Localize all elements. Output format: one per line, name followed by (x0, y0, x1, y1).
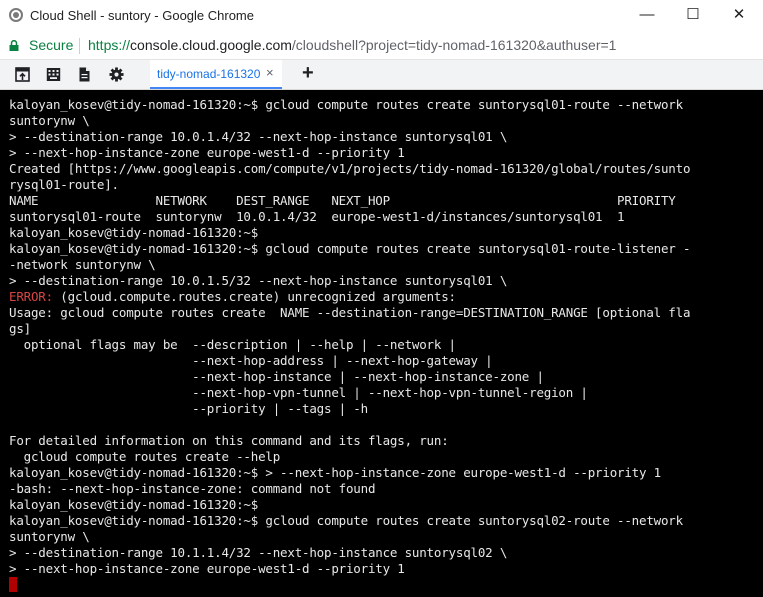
title-bar: Cloud Shell - suntory - Google Chrome — … (0, 0, 763, 32)
url-path: /cloudshell?project=tidy-nomad-161320&au… (291, 37, 617, 53)
terminal[interactable]: kaloyan_kosev@tidy-nomad-161320:~$ gclou… (0, 90, 763, 597)
lock-icon (9, 40, 19, 51)
add-tab-button[interactable]: + (302, 62, 314, 85)
address-separator (79, 38, 80, 54)
address-bar[interactable]: Secure https://console.cloud.google.com/… (0, 32, 763, 60)
tab-close-button[interactable]: × (266, 65, 274, 80)
tab-tidy-nomad[interactable]: tidy-nomad-161320 × (150, 60, 282, 89)
url-scheme: https:// (88, 37, 131, 53)
maximize-button[interactable]: ☐ (670, 0, 716, 32)
gear-icon[interactable] (109, 67, 124, 82)
terminal-line: -network suntorynw \ (9, 257, 156, 272)
cloud-shell-app-icon (9, 8, 23, 22)
terminal-line: > --next-hop-instance-zone europe-west1-… (9, 145, 405, 160)
terminal-line: kaloyan_kosev@tidy-nomad-161320:~$ gclou… (9, 97, 683, 112)
url-host: console.cloud.google.com (130, 37, 292, 53)
terminal-line: optional flags may be --description | --… (9, 337, 456, 352)
terminal-prompt-line (9, 577, 690, 593)
file-icon[interactable] (77, 67, 92, 82)
terminal-line: kaloyan_kosev@tidy-nomad-161320:~$ (9, 497, 259, 512)
terminal-line: > --destination-range 10.0.1.4/32 --next… (9, 129, 508, 144)
window-title: Cloud Shell - suntory - Google Chrome (30, 8, 254, 23)
terminal-line: ERROR: (gcloud.compute.routes.create) un… (9, 289, 456, 304)
terminal-line: Usage: gcloud compute routes create NAME… (9, 305, 691, 320)
terminal-line: --next-hop-instance | --next-hop-instanc… (9, 369, 544, 384)
open-in-new-window-icon[interactable] (15, 67, 30, 82)
secure-label: Secure (29, 37, 74, 53)
terminal-line: suntorynw \ (9, 529, 90, 544)
terminal-line: > --next-hop-instance-zone europe-west1-… (9, 561, 405, 576)
terminal-line: Created [https://www.googleapis.com/comp… (9, 161, 691, 176)
terminal-line: --priority | --tags | -h (9, 401, 368, 416)
terminal-line: kaloyan_kosev@tidy-nomad-161320:~$ gclou… (9, 241, 691, 256)
keyboard-icon[interactable] (46, 67, 61, 82)
error-prefix: ERROR: (9, 289, 53, 304)
terminal-line: rysql01-route]. (9, 177, 119, 192)
tab-label: tidy-nomad-161320 (157, 67, 261, 81)
terminal-line: kaloyan_kosev@tidy-nomad-161320:~$ (9, 225, 259, 240)
terminal-line: --next-hop-vpn-tunnel | --next-hop-vpn-t… (9, 385, 588, 400)
terminal-line: suntorynw \ (9, 113, 90, 128)
terminal-line: gcloud compute routes create --help (9, 449, 281, 464)
terminal-line: For detailed information on this command… (9, 433, 449, 448)
terminal-line: NAME NETWORK DEST_RANGE NEXT_HOP PRIORIT… (9, 193, 676, 208)
url-text[interactable]: https://console.cloud.google.com/cloudsh… (88, 37, 616, 53)
close-window-button[interactable]: ✕ (716, 0, 762, 32)
terminal-line: -bash: --next-hop-instance-zone: command… (9, 481, 376, 496)
cloud-shell-toolbar: tidy-nomad-161320 × + (0, 60, 763, 90)
terminal-line: --next-hop-address | --next-hop-gateway … (9, 353, 493, 368)
terminal-line: > --destination-range 10.0.1.5/32 --next… (9, 273, 508, 288)
minimize-button[interactable]: — (624, 0, 670, 32)
terminal-line: > --destination-range 10.1.1.4/32 --next… (9, 545, 508, 560)
terminal-line: gs] (9, 321, 31, 336)
terminal-output: kaloyan_kosev@tidy-nomad-161320:~$ gclou… (9, 97, 690, 593)
terminal-line: kaloyan_kosev@tidy-nomad-161320:~$ gclou… (9, 513, 683, 528)
terminal-line: kaloyan_kosev@tidy-nomad-161320:~$ > --n… (9, 465, 661, 480)
terminal-line: suntorysql01-route suntorynw 10.0.1.4/32… (9, 209, 625, 224)
terminal-cursor (9, 577, 17, 592)
